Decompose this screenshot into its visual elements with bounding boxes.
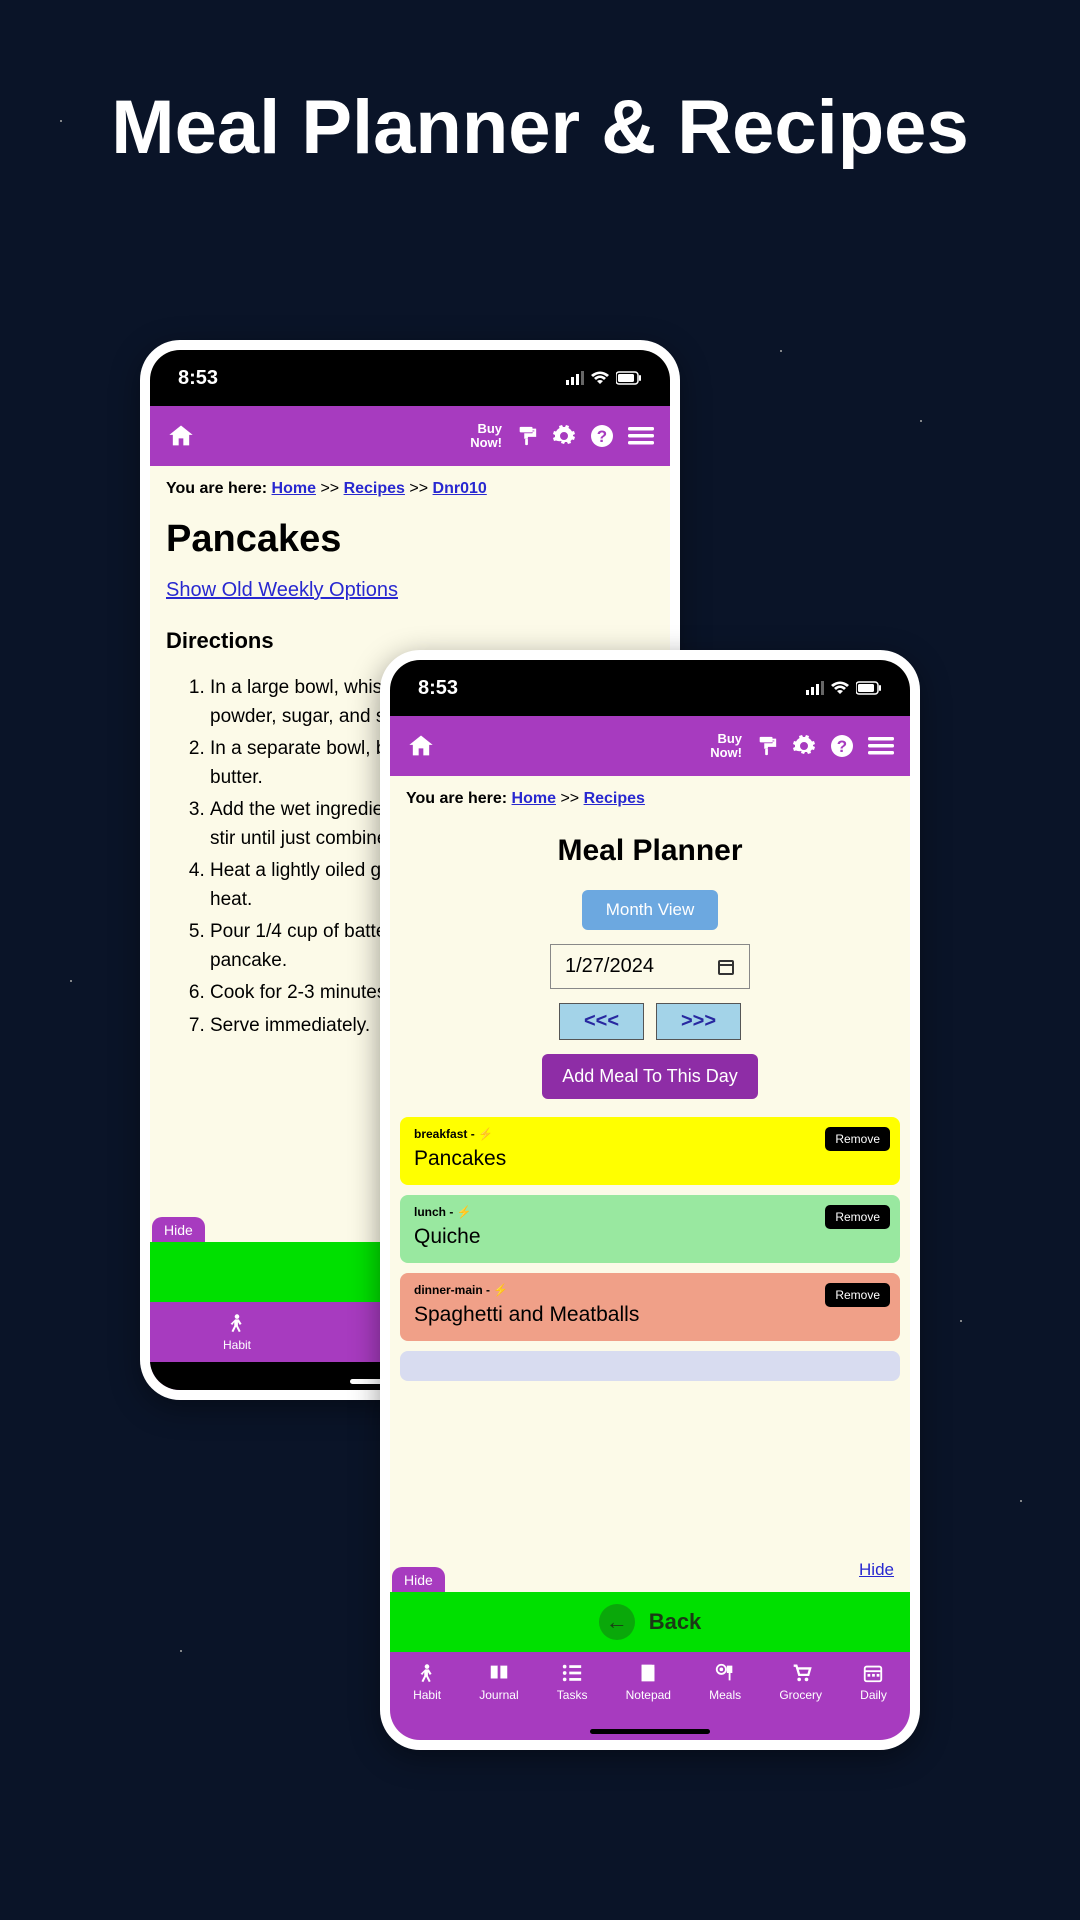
help-icon[interactable]: ? <box>590 424 614 448</box>
breadcrumb: You are here: Home >> Recipes <box>390 776 910 822</box>
prev-day-button[interactable]: <<< <box>559 1003 644 1040</box>
meal-name: Pancakes <box>414 1147 886 1171</box>
buy-now-button[interactable]: Buy Now! <box>470 422 502 451</box>
nav-item-meals[interactable]: Meals <box>709 1662 741 1720</box>
daily-icon <box>860 1662 886 1684</box>
nav-item-tasks[interactable]: Tasks <box>557 1662 588 1720</box>
meal-type-label: dinner-main - ⚡ <box>414 1283 886 1297</box>
phone-mockup-planner: 8:53 Buy Now! <box>380 650 920 1750</box>
date-input[interactable]: 1/27/2024 <box>550 944 750 989</box>
tasks-icon <box>559 1662 585 1684</box>
status-bar: 8:53 <box>390 660 910 716</box>
svg-text:?: ? <box>597 427 607 446</box>
breadcrumb-label: You are here: <box>166 480 267 497</box>
hide-tab[interactable]: Hide <box>392 1567 445 1592</box>
bottom-nav: Habit Journal Tasks Notepad Meals Grocery Dail… <box>390 1652 910 1740</box>
meal-type-label: breakfast - ⚡ <box>414 1127 886 1141</box>
breadcrumb-home-link[interactable]: Home <box>272 480 316 497</box>
meal-name: Quiche <box>414 1225 886 1249</box>
page-title: Meal Planner & Recipes <box>0 0 1080 215</box>
status-time: 8:53 <box>178 367 218 390</box>
journal-icon <box>486 1662 512 1684</box>
back-label: Back <box>649 1609 702 1635</box>
nav-label: Habit <box>223 1338 251 1352</box>
signal-icon <box>566 371 584 385</box>
battery-icon <box>856 681 882 695</box>
status-time: 8:53 <box>418 677 458 700</box>
nav-label: Journal <box>479 1688 518 1702</box>
status-bar: 8:53 <box>150 350 670 406</box>
nav-label: Grocery <box>779 1688 822 1702</box>
breadcrumb-id-link[interactable]: Dnr010 <box>433 480 487 497</box>
battery-icon <box>616 371 642 385</box>
nav-item-notepad[interactable]: Notepad <box>626 1662 671 1720</box>
signal-icon <box>806 681 824 695</box>
nav-label: Notepad <box>626 1688 671 1702</box>
menu-icon[interactable] <box>868 735 894 757</box>
status-icons <box>806 681 882 695</box>
hide-link[interactable]: Hide <box>859 1560 894 1580</box>
home-icon[interactable] <box>406 732 436 760</box>
date-value: 1/27/2024 <box>565 955 654 978</box>
home-icon[interactable] <box>166 422 196 450</box>
month-view-button[interactable]: Month View <box>582 890 719 930</box>
nav-label: Tasks <box>557 1688 588 1702</box>
menu-icon[interactable] <box>628 425 654 447</box>
add-meal-button[interactable]: Add Meal To This Day <box>542 1054 757 1099</box>
paint-roller-icon[interactable] <box>756 735 778 757</box>
calendar-icon[interactable] <box>717 958 735 976</box>
nav-label: Habit <box>413 1688 441 1702</box>
buy-now-button[interactable]: Buy Now! <box>710 732 742 761</box>
app-topbar: Buy Now! ? <box>390 716 910 776</box>
meals-icon <box>712 1662 738 1684</box>
grocery-icon <box>788 1662 814 1684</box>
breadcrumb-home-link[interactable]: Home <box>512 790 556 807</box>
breadcrumb-label: You are here: <box>406 790 507 807</box>
status-icons <box>566 371 642 385</box>
wifi-icon <box>590 371 610 385</box>
app-topbar: Buy Now! ? <box>150 406 670 466</box>
habit-icon <box>224 1312 250 1334</box>
home-indicator <box>590 1729 710 1734</box>
remove-meal-button[interactable]: Remove <box>825 1205 890 1229</box>
breadcrumb-recipes-link[interactable]: Recipes <box>584 790 645 807</box>
paint-roller-icon[interactable] <box>516 425 538 447</box>
svg-text:?: ? <box>837 737 847 756</box>
show-old-options-link[interactable]: Show Old Weekly Options <box>166 579 398 601</box>
nav-label: Meals <box>709 1688 741 1702</box>
planner-title: Meal Planner <box>390 834 910 868</box>
meal-card-partial <box>400 1351 900 1381</box>
meal-list: breakfast - ⚡PancakesRemovelunch - ⚡Quic… <box>390 1099 910 1341</box>
hide-tab[interactable]: Hide <box>152 1217 205 1242</box>
recipe-title: Pancakes <box>166 518 654 561</box>
back-banner[interactable]: ← Back <box>390 1592 910 1652</box>
meal-card[interactable]: lunch - ⚡ QuicheRemove <box>400 1195 900 1263</box>
meal-type-label: lunch - ⚡ <box>414 1205 886 1219</box>
remove-meal-button[interactable]: Remove <box>825 1127 890 1151</box>
next-day-button[interactable]: >>> <box>656 1003 741 1040</box>
habit-icon <box>414 1662 440 1684</box>
gear-icon[interactable] <box>792 734 816 758</box>
nav-item-habit[interactable]: Habit <box>413 1662 441 1720</box>
meal-card[interactable]: breakfast - ⚡ PancakesRemove <box>400 1117 900 1185</box>
nav-item-grocery[interactable]: Grocery <box>779 1662 822 1720</box>
meal-card[interactable]: dinner-main - ⚡ Spaghetti and MeatballsRe… <box>400 1273 900 1341</box>
back-arrow-icon: ← <box>599 1604 635 1640</box>
nav-item-journal[interactable]: Journal <box>479 1662 518 1720</box>
breadcrumb: You are here: Home >> Recipes >> Dnr010 <box>150 466 670 512</box>
notepad-icon <box>635 1662 661 1684</box>
nav-item-daily[interactable]: Daily <box>860 1662 887 1720</box>
meal-name: Spaghetti and Meatballs <box>414 1303 886 1327</box>
wifi-icon <box>830 681 850 695</box>
gear-icon[interactable] <box>552 424 576 448</box>
breadcrumb-recipes-link[interactable]: Recipes <box>344 480 405 497</box>
remove-meal-button[interactable]: Remove <box>825 1283 890 1307</box>
nav-label: Daily <box>860 1688 887 1702</box>
help-icon[interactable]: ? <box>830 734 854 758</box>
